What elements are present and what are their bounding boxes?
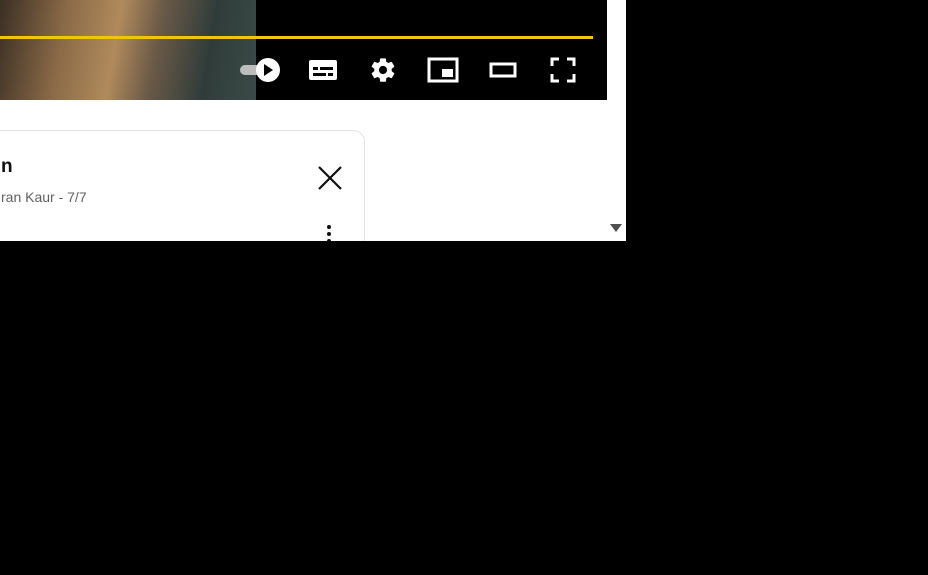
playlist-panel: n ran Kaur - 7/7: [0, 130, 365, 241]
progress-bar[interactable]: [0, 36, 593, 39]
close-icon: [318, 166, 342, 190]
video-frame: [0, 0, 256, 100]
subtitles-button[interactable]: [305, 54, 341, 86]
chevron-down-icon: [610, 224, 622, 232]
settings-button[interactable]: [365, 54, 401, 86]
kebab-menu-icon: [327, 225, 331, 241]
miniplayer-button[interactable]: [425, 54, 461, 86]
subtitles-icon: [309, 60, 337, 80]
fullscreen-button[interactable]: [545, 54, 581, 86]
playlist-subtitle: ran Kaur - 7/7: [1, 189, 87, 205]
scrollbar-down-arrow[interactable]: [609, 221, 623, 235]
gear-icon: [371, 58, 395, 82]
miniplayer-icon: [427, 57, 459, 83]
video-player[interactable]: [0, 0, 607, 100]
autoplay-toggle-icon: [240, 58, 280, 82]
playlist-title: n: [1, 156, 13, 177]
theater-mode-button[interactable]: [485, 54, 521, 86]
playlist-menu-button[interactable]: [321, 222, 337, 241]
browser-viewport: n ran Kaur - 7/7: [0, 0, 626, 241]
fullscreen-icon: [550, 57, 576, 83]
close-playlist-button[interactable]: [315, 163, 345, 193]
autoplay-toggle[interactable]: [240, 54, 284, 86]
theater-mode-icon: [489, 62, 517, 78]
